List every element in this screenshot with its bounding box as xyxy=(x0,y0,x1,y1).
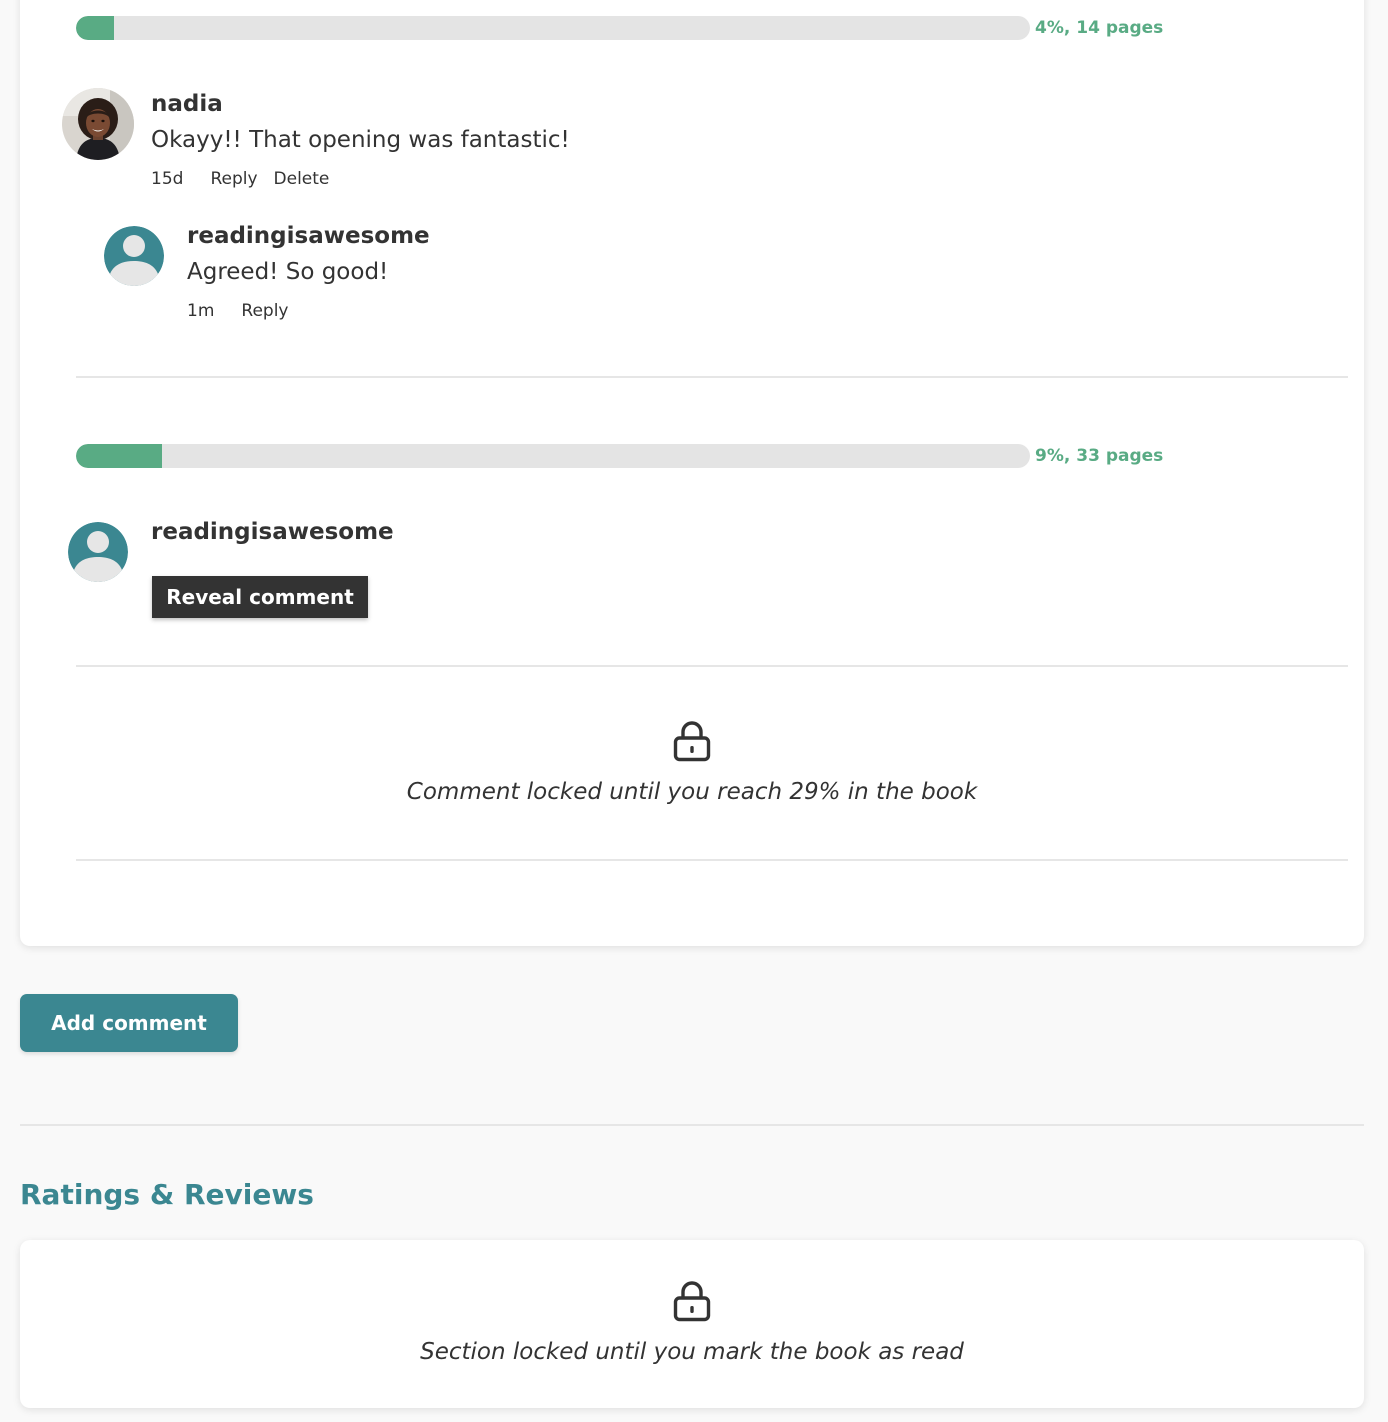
ratings-reviews-heading: Ratings & Reviews xyxy=(20,1178,314,1211)
section-divider xyxy=(20,1124,1364,1126)
locked-section-message: Section locked until you mark the book a… xyxy=(420,1339,964,1365)
comment-meta: 15d Reply Delete xyxy=(151,167,345,191)
lock-icon xyxy=(673,720,711,762)
comments-card: 4%, 14 pages nadia Okayy!! That opening … xyxy=(20,0,1364,946)
reading-progress-bar xyxy=(76,16,1030,40)
reading-progress-label: 9%, 33 pages xyxy=(1035,446,1164,466)
reading-progress-label: 4%, 14 pages xyxy=(1035,18,1164,38)
reply-link[interactable]: Reply xyxy=(241,299,288,323)
add-comment-button[interactable]: Add comment xyxy=(20,994,238,1052)
reply-link[interactable]: Reply xyxy=(210,167,257,191)
lock-icon xyxy=(673,1280,711,1322)
reading-progress-fill xyxy=(76,16,115,40)
user-avatar-photo[interactable] xyxy=(62,88,134,160)
comment-username[interactable]: nadia xyxy=(151,89,223,119)
reply-text: Agreed! So good! xyxy=(187,259,389,285)
reading-progress-fill xyxy=(76,444,162,468)
reveal-comment-button[interactable]: Reveal comment xyxy=(152,576,368,618)
reply-timestamp: 1m xyxy=(187,301,215,321)
divider xyxy=(76,859,1348,861)
default-user-icon[interactable] xyxy=(68,522,128,582)
comment-timestamp: 15d xyxy=(151,169,184,189)
comment-username[interactable]: readingisawesome xyxy=(151,517,394,547)
default-user-icon[interactable] xyxy=(104,226,164,286)
ratings-reviews-card: Section locked until you mark the book a… xyxy=(20,1240,1364,1408)
reply-meta: 1m Reply xyxy=(187,299,304,323)
comment-text: Okayy!! That opening was fantastic! xyxy=(151,127,570,153)
reply-username[interactable]: readingisawesome xyxy=(187,221,430,251)
divider xyxy=(76,376,1348,378)
reading-progress-bar xyxy=(76,444,1030,468)
delete-link[interactable]: Delete xyxy=(274,167,330,191)
locked-comment-message: Comment locked until you reach 29% in th… xyxy=(406,779,978,805)
divider xyxy=(76,665,1348,667)
